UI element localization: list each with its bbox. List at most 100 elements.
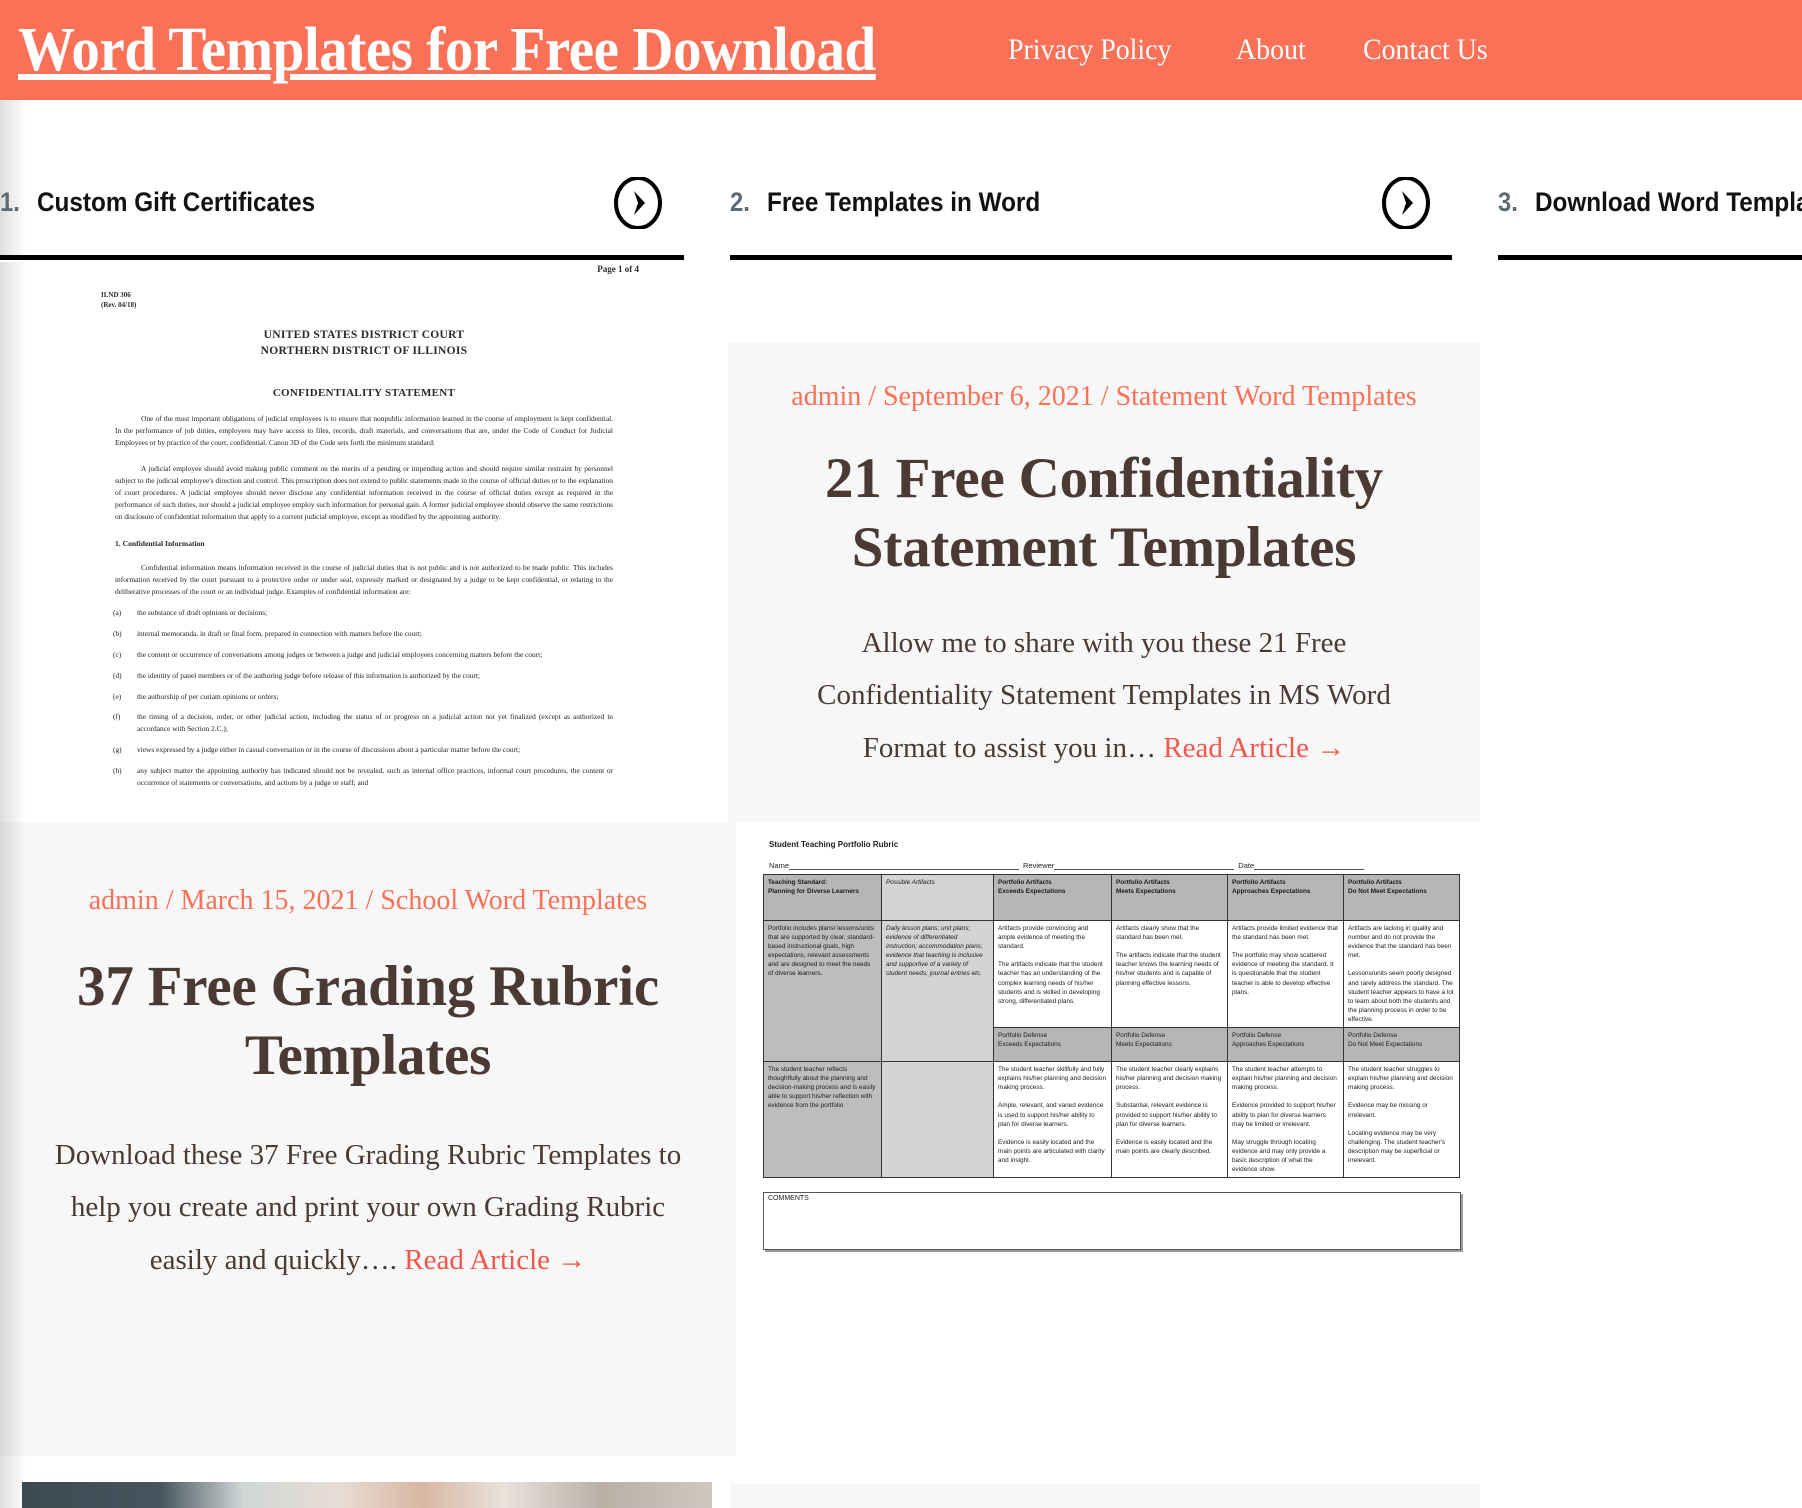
doc-list-item: (d) the identity of panel members or of t… (113, 670, 613, 682)
post-title-2[interactable]: 37 Free Grading Rubric Templates (58, 952, 678, 1091)
rubric-header-cell: Portfolio Artifacts Do Not Meet Expectat… (1343, 874, 1460, 921)
sitelink-item-1[interactable]: 1. Custom Gift Certificates (0, 150, 684, 260)
next-post-thumbnail-partial[interactable] (0, 1456, 736, 1508)
doc-list-text: the identity of panel members or of the … (137, 670, 480, 680)
doc-list-item: (a) the substance of draft opinions or de… (113, 607, 613, 619)
rubric-header-cell: Portfolio Artifacts Exceeds Expectations (993, 874, 1112, 921)
doc-list-item: (g) views expressed by a judge either in … (113, 744, 613, 756)
rubric-cell: The student teacher attempts to explain … (1227, 1061, 1344, 1179)
nav-item-about[interactable]: About (1236, 33, 1306, 67)
sitelink-strip: 1. Custom Gift Certificates 2. Free Temp… (0, 100, 1802, 260)
doc-list-marker: (f) (113, 712, 121, 722)
sitelink-row: 1. Custom Gift Certificates 2. Free Temp… (0, 100, 1802, 260)
sitelink-label-3: Download Word Templates (1534, 187, 1802, 217)
rubric-header-cell: Teaching Standard: Planning for Diverse … (763, 874, 882, 921)
doc-list-marker: (b) (113, 628, 122, 638)
site-header: Word Templates for Free Download Privacy… (0, 0, 1802, 100)
post-thumbnail-rubric[interactable]: Student Teaching Portfolio Rubric Name R… (736, 822, 1488, 1456)
doc-list-marker: (d) (113, 670, 122, 680)
doc-paragraph-2: A judicial employee should avoid making … (115, 464, 613, 522)
doc-paragraph-3: Confidential information means informati… (115, 563, 613, 597)
rubric-header-cell: Portfolio Artifacts Approaches Expectati… (1227, 874, 1344, 921)
sitelink-label-2: Free Templates in Word (766, 187, 1040, 217)
doc-heading: CONFIDENTIALITY STATEMENT (272, 387, 456, 400)
rubric-cell: Artifacts are lacking in quality and num… (1343, 919, 1460, 1029)
rubric-cell: The student teacher struggles to explain… (1343, 1061, 1460, 1179)
grading-rubric-preview: Student Teaching Portfolio Rubric Name R… (757, 832, 1467, 1252)
post-thumbnail-confidentiality[interactable]: Page 1 of 4 ILND 306 (Rev. 04/18) UNITED… (0, 262, 728, 822)
sitelink-number-2: 2. (730, 187, 750, 217)
post-card-1: admin / September 6, 2021 / Statement Wo… (728, 342, 1480, 826)
rubric-header-cell: Portfolio Artifacts Meets Expectations (1111, 874, 1228, 921)
rubric-field-name: Name (769, 859, 1020, 870)
doc-list-item: (c) the content or occurrence of conversa… (113, 649, 613, 661)
doc-court-line-2: NORTHERN DISTRICT OF ILLINOIS (260, 344, 468, 357)
nav-item-contact-us[interactable]: Contact Us (1363, 33, 1488, 67)
table-row: Teaching Standard: Planning for Diverse … (763, 874, 1460, 921)
doc-court-line-1: UNITED STATES DISTRICT COURT (263, 329, 465, 342)
rubric-field-date: Date (1238, 859, 1365, 870)
sitelink-item-2[interactable]: 2. Free Templates in Word (730, 150, 1452, 260)
doc-list-text: the substance of draft opinions or decis… (137, 608, 268, 618)
sitelink-number-3: 3. (1498, 187, 1518, 217)
site-title[interactable]: Word Templates for Free Download (18, 19, 876, 81)
doc-paragraph-1: One of the most important obligations of… (115, 414, 613, 448)
doc-list-marker: (e) (113, 691, 122, 701)
rubric-subheader-cell: Portfolio Defense Exceeds Expectations (993, 1027, 1112, 1063)
rubric-field-reviewer: Reviewer (1023, 859, 1235, 870)
next-thumbnail-image (22, 1482, 712, 1508)
next-row-sliver (0, 1456, 1802, 1508)
rubric-comments-box: COMMENTS (763, 1192, 1461, 1251)
doc-list-marker: (c) (113, 649, 122, 659)
chevron-right-circle-icon[interactable] (1380, 175, 1432, 230)
doc-page-number: Page 1 of 4 (597, 264, 639, 274)
rubric-cell: The student teacher reflects thoughtfull… (763, 1061, 882, 1179)
post-grid: Page 1 of 4 ILND 306 (Rev. 04/18) UNITED… (0, 262, 1802, 1508)
next-post-card-partial (730, 1484, 1480, 1508)
rubric-cell (881, 1061, 994, 1179)
doc-list-text: any subject matter the appointing author… (137, 765, 613, 787)
rubric-cell: Portfolio includes plans/ lessons/units … (763, 919, 882, 1063)
rubric-cell: Artifacts provide convincing and ample e… (993, 919, 1112, 1029)
nav-item-privacy-policy[interactable]: Privacy Policy (1008, 33, 1172, 67)
doc-list-text: views expressed by a judge either in cas… (137, 745, 521, 755)
doc-list-item: (b) internal memoranda, in draft or final… (113, 628, 613, 640)
post-meta-1[interactable]: admin / September 6, 2021 / Statement Wo… (791, 380, 1416, 414)
doc-list-marker: (g) (113, 745, 122, 755)
rubric-subheader-cell: Portfolio Defense Approaches Expectation… (1227, 1027, 1344, 1063)
table-row: Portfolio includes plans/ lessons/units … (763, 919, 1460, 1063)
table-row: The student teacher reflects thoughtfull… (763, 1061, 1460, 1179)
post-title-1[interactable]: 21 Free Confidentiality Statement Templa… (794, 444, 1414, 583)
rubric-subheader-cell: Portfolio Defense Meets Expectations (1111, 1027, 1228, 1063)
rubric-title: Student Teaching Portfolio Rubric (769, 840, 899, 849)
doc-list-marker: (h) (113, 765, 122, 775)
post-card-2: admin / March 15, 2021 / School Word Tem… (0, 822, 736, 1456)
rubric-table: Teaching Standard: Planning for Diverse … (763, 874, 1460, 1179)
doc-section-title: 1. Confidential Information (115, 539, 205, 549)
rubric-comments-label: COMMENTS (768, 1195, 809, 1203)
rubric-cell: Artifacts clearly show that the standard… (1111, 919, 1228, 1029)
confidentiality-document-preview: Page 1 of 4 ILND 306 (Rev. 04/18) UNITED… (81, 262, 647, 822)
rubric-cell: The student teacher clearly explains his… (1111, 1061, 1228, 1179)
read-article-link-2[interactable]: Read Article → (404, 1244, 586, 1276)
doc-list-text: the content or occurrence of conversatio… (137, 649, 543, 659)
sitelink-number-1: 1. (0, 187, 20, 217)
doc-form-revision: (Rev. 04/18) (101, 301, 137, 310)
sitelink-label-1: Custom Gift Certificates (36, 187, 315, 217)
doc-list-item: (e) the authorship of per curiam opinions… (113, 691, 613, 703)
chevron-right-circle-icon[interactable] (612, 175, 664, 230)
post-excerpt-2: Download these 37 Free Grading Rubric Te… (54, 1138, 682, 1277)
rubric-cell: Daily lesson plans; unit plans; evidence… (881, 919, 994, 1063)
main-navigation: Privacy Policy About Contact Us (1008, 33, 1497, 67)
doc-list-text: the authorship of per curiam opinions or… (137, 691, 279, 701)
read-article-link-1[interactable]: Read Article → (1163, 732, 1345, 764)
post-meta-2[interactable]: admin / March 15, 2021 / School Word Tem… (89, 884, 648, 918)
doc-list-item: (f) the timing of a decision, order, or o… (113, 711, 613, 735)
doc-list-marker: (a) (113, 608, 122, 618)
rubric-cell: The student teacher skillfully and fully… (993, 1061, 1112, 1179)
doc-form-number: ILND 306 (101, 291, 131, 299)
doc-list-text: internal memoranda, in draft or final fo… (137, 628, 422, 638)
doc-list-item: (h) any subject matter the appointing aut… (113, 765, 613, 789)
sitelink-item-3[interactable]: 3. Download Word Templates (1498, 150, 1802, 260)
rubric-cell: Artifacts provide limited evidence that … (1227, 919, 1344, 1029)
